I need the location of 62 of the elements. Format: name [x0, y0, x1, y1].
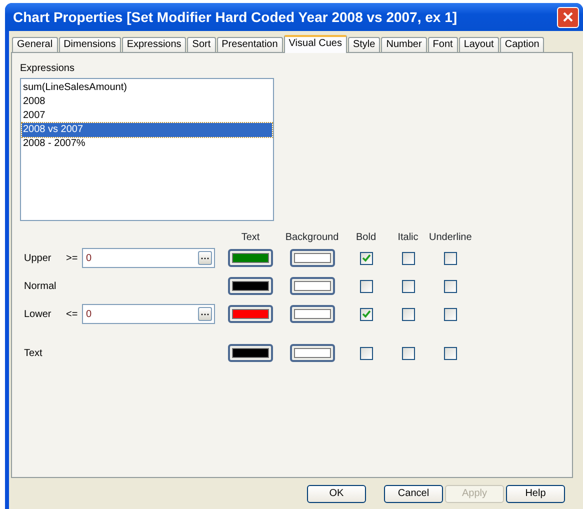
list-item[interactable]: 2008 - 2007%	[22, 137, 272, 151]
value-field[interactable]: 0	[82, 304, 215, 324]
row-label: Upper	[24, 252, 52, 266]
dots-icon	[201, 313, 209, 316]
background-color-button[interactable]	[290, 277, 334, 295]
browse-button[interactable]	[198, 251, 212, 265]
column-header: Underline	[429, 231, 471, 244]
background-color-button[interactable]	[290, 249, 334, 267]
checkbox[interactable]	[360, 252, 372, 264]
text-color-button[interactable]	[228, 344, 273, 362]
column-header: Text	[240, 231, 261, 244]
text-color-button[interactable]	[228, 305, 273, 323]
checkbox[interactable]	[444, 308, 456, 320]
tab[interactable]: Style	[348, 37, 380, 52]
column-header: Background	[284, 231, 340, 244]
tab[interactable]: Visual Cues	[284, 35, 347, 53]
text-color-button[interactable]	[228, 249, 273, 267]
dialog-button: Apply	[445, 485, 504, 503]
close-icon	[563, 12, 573, 22]
column-header: Bold	[354, 231, 377, 244]
checkbox[interactable]	[444, 346, 456, 360]
browse-button[interactable]	[198, 307, 212, 321]
tab[interactable]: Presentation	[216, 37, 283, 52]
checkbox[interactable]	[444, 280, 456, 292]
row-label: Text	[24, 346, 42, 360]
expressions-list[interactable]: sum(LineSalesAmount) 2008 2007 2008 vs 2007 2008 - 2007%	[20, 78, 274, 221]
tab[interactable]: Caption	[500, 37, 544, 52]
checkbox[interactable]	[360, 280, 372, 292]
background-color-button[interactable]	[290, 344, 334, 362]
checkbox[interactable]	[360, 346, 372, 360]
checkbox[interactable]	[402, 308, 414, 320]
text-color-button[interactable]	[228, 277, 273, 295]
tab[interactable]: Expressions	[122, 37, 186, 52]
row-label: Normal	[24, 280, 56, 294]
checkbox[interactable]	[402, 252, 414, 264]
checkbox[interactable]	[402, 346, 414, 360]
dialog-button[interactable]: Help	[506, 485, 565, 503]
background-color-button[interactable]	[290, 305, 334, 323]
dialog-button[interactable]: Cancel	[384, 485, 443, 503]
column-header: Italic	[396, 231, 420, 244]
tab[interactable]: Dimensions	[58, 37, 121, 52]
tab[interactable]: General	[12, 37, 58, 52]
tab[interactable]: Sort	[187, 37, 216, 52]
list-item[interactable]: sum(LineSalesAmount)	[22, 81, 272, 95]
value-field[interactable]: 0	[82, 248, 215, 268]
checkbox[interactable]	[360, 308, 372, 320]
tab[interactable]: Font	[428, 37, 458, 52]
close-button[interactable]	[557, 6, 579, 28]
operator-label: >=	[66, 252, 78, 266]
tab[interactable]: Layout	[458, 37, 499, 52]
checkbox[interactable]	[402, 280, 414, 292]
checkbox[interactable]	[444, 252, 456, 264]
list-item[interactable]: 2007	[22, 109, 272, 123]
dots-icon	[201, 257, 209, 260]
list-item[interactable]: 2008 vs 2007	[22, 123, 272, 137]
row-label: Lower	[24, 308, 52, 322]
dialog-button[interactable]: OK	[307, 485, 366, 503]
expressions-label: Expressions	[20, 62, 76, 76]
window-title: Chart Properties [Set Modifier Hard Coded Year 2008 vs 2007, ex 1]	[13, 8, 458, 27]
tab[interactable]: Number	[381, 37, 427, 52]
list-item[interactable]: 2008	[22, 95, 272, 109]
operator-label: <=	[66, 308, 78, 322]
